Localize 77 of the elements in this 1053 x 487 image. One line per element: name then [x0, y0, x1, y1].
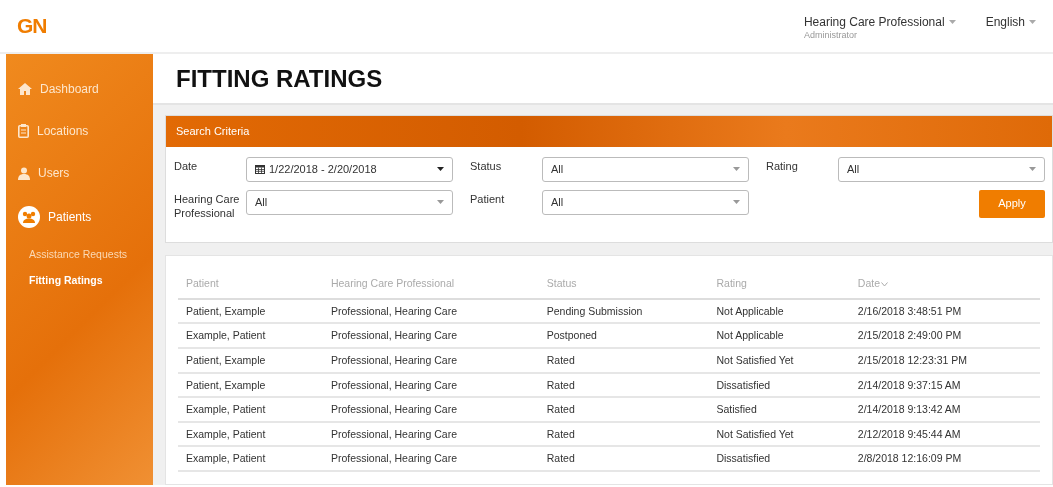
table-cell: 2/16/2018 3:48:51 PM: [849, 298, 1040, 324]
table-cell: Not Applicable: [708, 298, 850, 324]
table-cell: Professional, Hearing Care: [322, 397, 539, 422]
select-field[interactable]: All: [838, 156, 1045, 182]
language-label: English: [985, 14, 1025, 29]
table-cell: Patient, Example: [178, 348, 323, 373]
table-cell: Dissatisfied: [708, 446, 850, 471]
table-cell: Professional, Hearing Care: [322, 348, 539, 373]
caret-icon: [437, 166, 444, 171]
table-cell: Example, Patient: [178, 446, 323, 471]
column-header[interactable]: Hearing Care Professional: [322, 272, 539, 299]
select-field[interactable]: All: [246, 189, 453, 215]
field-label: Hearing Care Professional: [174, 191, 241, 221]
caret-icon: [437, 199, 444, 204]
table-cell: Rated: [538, 421, 709, 447]
column-header[interactable]: Patient: [178, 272, 323, 299]
table-cell: Satisfied: [708, 397, 850, 422]
sidebar-subitem[interactable]: Assistance Requests: [6, 242, 153, 268]
table-cell: 2/12/2018 9:45:44 AM: [849, 421, 1040, 447]
select-field[interactable]: All: [542, 189, 749, 215]
field-label: Date: [174, 158, 199, 173]
calendar-icon: [255, 164, 265, 174]
people-icon: [18, 206, 40, 228]
table-cell: Not Applicable: [708, 323, 850, 349]
field-label: Rating: [766, 158, 799, 173]
field-label: Patient: [470, 191, 506, 206]
table-cell: Professional, Hearing Care: [322, 421, 539, 447]
panel-header: Search Criteria: [166, 116, 1052, 147]
column-header[interactable]: Rating: [708, 272, 850, 299]
sidebar-item[interactable]: Dashboard: [6, 70, 153, 108]
table-cell: Rated: [538, 446, 709, 471]
table-cell: Example, Patient: [178, 397, 323, 422]
clipboard-icon: [18, 124, 29, 138]
caret-icon: [1029, 20, 1036, 25]
table-cell: 2/15/2018 12:23:31 PM: [849, 348, 1040, 373]
table-cell: Professional, Hearing Care: [322, 372, 539, 398]
user-icon: [18, 166, 30, 180]
table-cell: Patient, Example: [178, 372, 323, 398]
table-cell: Not Satisfied Yet: [708, 421, 850, 447]
table-cell: Rated: [538, 348, 709, 373]
table-cell: Rated: [538, 397, 709, 422]
user-role: Administrator: [803, 30, 858, 40]
sidebar-item[interactable]: Users: [6, 154, 153, 192]
field-label: Status: [470, 158, 503, 173]
table-cell: Rated: [538, 372, 709, 398]
home-icon: [18, 83, 32, 95]
table-cell: Professional, Hearing Care: [322, 446, 539, 471]
table-cell: Dissatisfied: [708, 372, 850, 398]
table-cell: 2/14/2018 9:13:42 AM: [849, 397, 1040, 422]
caret-icon: [733, 166, 740, 171]
table-cell: Pending Submission: [538, 298, 709, 324]
language-menu[interactable]: English: [985, 12, 1036, 31]
sidebar-item[interactable]: Locations: [6, 112, 153, 150]
caret-icon: [733, 199, 740, 204]
table-cell: 2/8/2018 12:16:09 PM: [849, 446, 1040, 471]
sidebar-item[interactable]: Patients: [6, 196, 153, 238]
table-cell: Professional, Hearing Care: [322, 323, 539, 349]
sidebar-subitem[interactable]: Fitting Ratings: [6, 267, 153, 294]
logo-text: GN: [17, 13, 47, 40]
caret-icon: [1029, 166, 1036, 171]
table-cell: Professional, Hearing Care: [322, 298, 539, 324]
user-menu[interactable]: Hearing Care Professional Administrator: [803, 12, 956, 40]
date-range-picker[interactable]: 1/22/2018 - 2/20/2018: [246, 156, 453, 182]
table-cell: Patient, Example: [178, 298, 323, 324]
table-cell: Postponed: [538, 323, 709, 349]
page-title: FITTING RATINGS: [153, 54, 1053, 105]
table-cell: 2/14/2018 9:37:15 AM: [849, 372, 1040, 398]
caret-icon: [948, 20, 956, 25]
select-field[interactable]: All: [542, 156, 749, 182]
user-menu-label: Hearing Care Professional: [803, 14, 945, 29]
apply-button[interactable]: Apply: [979, 189, 1045, 218]
column-header[interactable]: Date: [849, 272, 1040, 299]
table-cell: Example, Patient: [178, 323, 323, 349]
table-cell: Example, Patient: [178, 421, 323, 447]
column-header[interactable]: Status: [538, 272, 709, 299]
table-cell: Not Satisfied Yet: [708, 348, 850, 373]
table-cell: 2/15/2018 2:49:00 PM: [849, 323, 1040, 349]
